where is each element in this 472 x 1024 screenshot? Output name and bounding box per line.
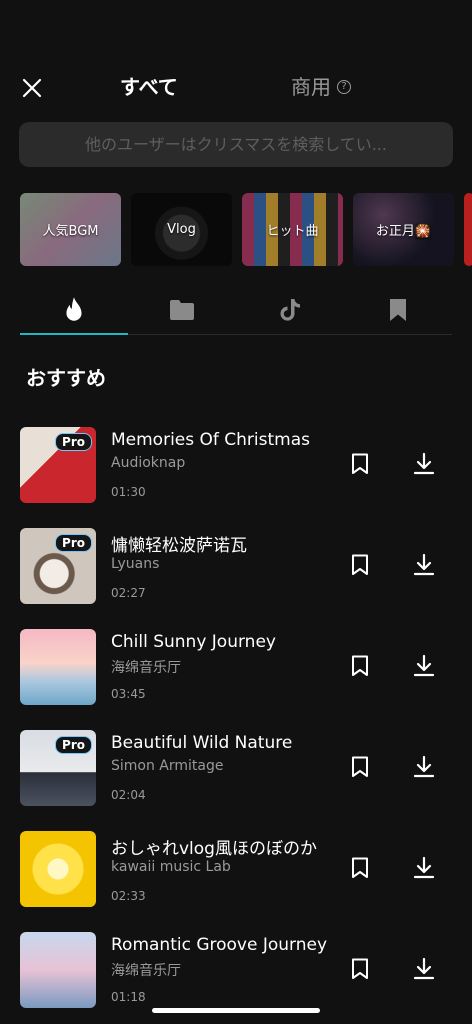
track-title: Romantic Groove Journey [111, 935, 328, 955]
track-title: 慵懒轻松波萨诺瓦 [111, 536, 247, 556]
track-title: おしゃれvlog風ほのぼのか [111, 839, 317, 859]
bookmark-button[interactable] [348, 755, 372, 779]
category-card-hit-songs[interactable]: ヒット曲 [242, 193, 343, 266]
download-button[interactable] [412, 755, 436, 779]
category-label: 人気BGM [42, 224, 99, 239]
section-title: おすすめ [26, 366, 106, 390]
bookmark-outline-icon [352, 554, 368, 575]
track-duration: 02:04 [111, 788, 146, 802]
download-button[interactable] [412, 553, 436, 577]
track-duration: 02:33 [111, 889, 146, 903]
tab-all[interactable]: すべて [120, 72, 178, 102]
bookmark-outline-icon [352, 857, 368, 878]
icon-tab-bar [20, 286, 452, 336]
track-artist: 海绵音乐厅 [111, 660, 181, 676]
tab-commercial-label: 商用 [291, 75, 331, 99]
category-card-partial[interactable] [464, 193, 472, 266]
track-cover[interactable] [20, 932, 96, 1008]
download-icon [413, 856, 435, 879]
track-duration: 03:45 [111, 687, 146, 701]
track-row[interactable]: Romantic Groove Journey 海绵音乐厅 01:18 [20, 932, 452, 1010]
category-card-vlog[interactable]: Vlog [131, 193, 232, 266]
bookmark-outline-icon [352, 453, 368, 474]
track-duration: 01:30 [111, 485, 146, 499]
download-icon [413, 755, 435, 778]
category-label: お正月🎇 [375, 224, 432, 239]
track-artist: Simon Armitage [111, 758, 224, 774]
track-artist: kawaii music Lab [111, 859, 231, 875]
track-cover[interactable]: Pro [20, 730, 96, 806]
music-library-screen: すべて 商用 ? 人気BGM Vlog ヒット曲 お正月🎇 [0, 0, 472, 1024]
download-icon [413, 654, 435, 677]
bookmark-button[interactable] [348, 856, 372, 880]
bookmark-outline-icon [352, 756, 368, 777]
tab-bookmarks[interactable] [344, 286, 452, 334]
category-carousel[interactable]: 人気BGM Vlog ヒット曲 お正月🎇 [20, 193, 472, 266]
bookmark-icon [390, 299, 406, 321]
track-cover[interactable] [20, 831, 96, 907]
track-row[interactable]: Chill Sunny Journey 海绵音乐厅 03:45 [20, 629, 452, 707]
flame-icon [66, 297, 82, 321]
track-title: Chill Sunny Journey [111, 632, 276, 652]
track-row[interactable]: Pro Beautiful Wild Nature Simon Armitage… [20, 730, 452, 808]
track-row[interactable]: Pro Memories Of Christmas Audioknap 01:3… [20, 427, 452, 505]
tab-commercial[interactable]: 商用 ? [291, 72, 351, 102]
pro-badge: Pro [55, 534, 92, 552]
track-title: Beautiful Wild Nature [111, 733, 293, 753]
download-icon [413, 452, 435, 475]
close-button[interactable] [20, 76, 44, 100]
track-row[interactable]: Pro 慵懒轻松波萨诺瓦 Lyuans 02:27 [20, 528, 452, 606]
category-card-new-year[interactable]: お正月🎇 [353, 193, 454, 266]
bookmark-button[interactable] [348, 654, 372, 678]
tab-folder[interactable] [128, 286, 236, 334]
category-label: Vlog [167, 222, 196, 237]
download-button[interactable] [412, 856, 436, 880]
bookmark-button[interactable] [348, 553, 372, 577]
track-cover[interactable]: Pro [20, 427, 96, 503]
tab-recommended[interactable] [20, 286, 128, 334]
download-button[interactable] [412, 654, 436, 678]
download-button[interactable] [412, 957, 436, 981]
track-duration: 01:18 [111, 990, 146, 1004]
bookmark-button[interactable] [348, 957, 372, 981]
track-duration: 02:27 [111, 586, 146, 600]
tiktok-icon [280, 299, 300, 321]
help-icon[interactable]: ? [337, 80, 351, 94]
download-icon [413, 957, 435, 980]
category-card-popular-bgm[interactable]: 人気BGM [20, 193, 121, 266]
tab-tiktok[interactable] [236, 286, 344, 334]
track-row[interactable]: おしゃれvlog風ほのぼのか kawaii music Lab 02:33 [20, 831, 452, 909]
pro-badge: Pro [55, 433, 92, 451]
category-label: ヒット曲 [266, 224, 319, 239]
bookmark-button[interactable] [348, 452, 372, 476]
track-artist: 海绵音乐厅 [111, 963, 181, 979]
pro-badge: Pro [55, 736, 92, 754]
track-cover[interactable] [20, 629, 96, 705]
download-icon [413, 553, 435, 576]
track-title: Memories Of Christmas [111, 430, 311, 450]
track-cover[interactable]: Pro [20, 528, 96, 604]
download-button[interactable] [412, 452, 436, 476]
track-artist: Audioknap [111, 455, 186, 471]
track-artist: Lyuans [111, 556, 160, 572]
search-input[interactable] [19, 122, 453, 167]
folder-icon [170, 300, 194, 320]
close-icon [22, 78, 42, 98]
bookmark-outline-icon [352, 655, 368, 676]
home-indicator[interactable] [152, 1008, 320, 1013]
bookmark-outline-icon [352, 958, 368, 979]
active-tab-indicator [20, 333, 128, 335]
